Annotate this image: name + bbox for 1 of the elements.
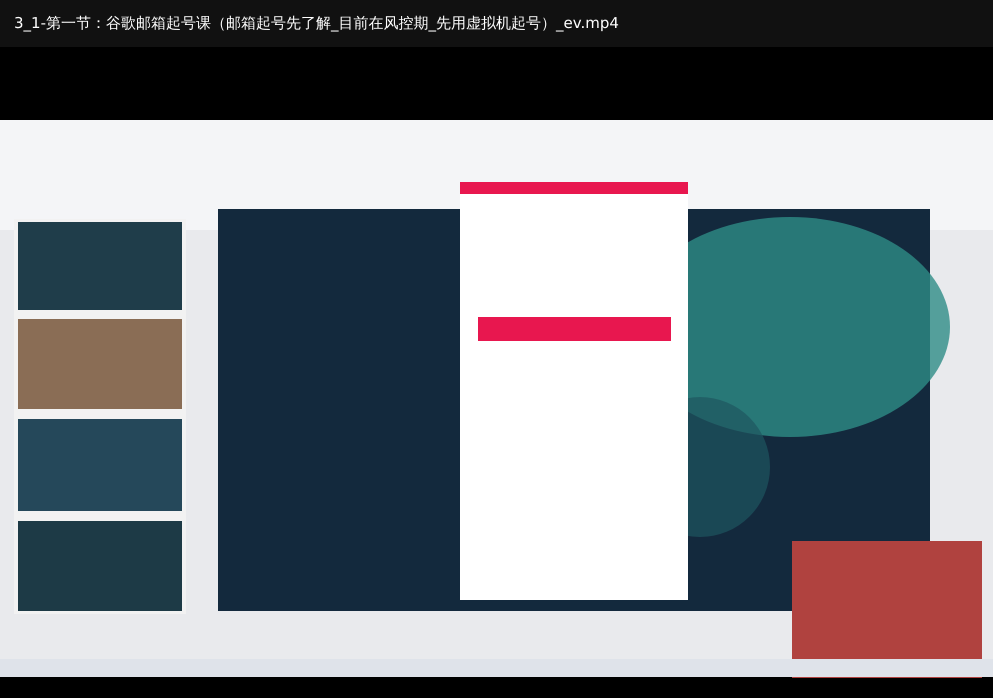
- video-title: 3_1-第一节：谷歌邮箱起号课（邮箱起号先了解_目前在风控期_先用虚拟机起号）_ev.mp4: [14, 14, 619, 33]
